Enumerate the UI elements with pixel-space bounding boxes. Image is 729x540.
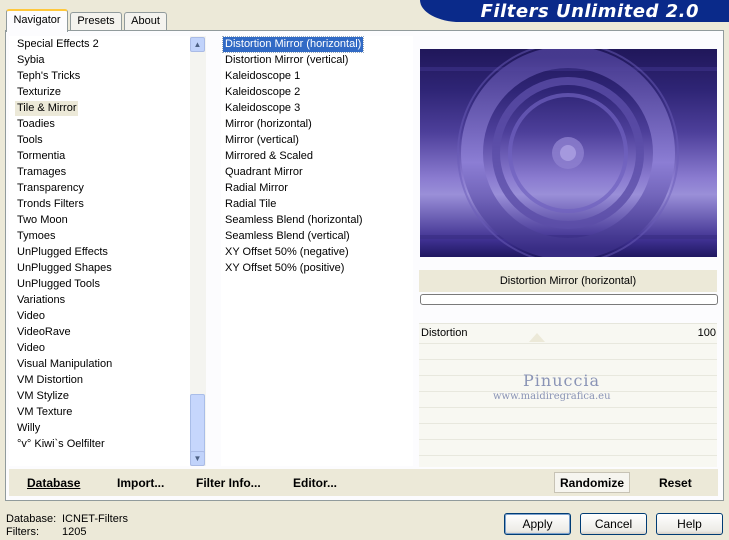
import-button[interactable]: Import... (117, 476, 164, 490)
filter-item[interactable]: Seamless Blend (vertical) (223, 229, 352, 244)
filter-item[interactable]: XY Offset 50% (positive) (223, 261, 346, 276)
app-title: Filters Unlimited 2.0 (480, 1, 699, 22)
category-item[interactable]: Tile & Mirror (15, 101, 79, 116)
database-button[interactable]: Database (27, 476, 80, 490)
category-item[interactable]: VM Stylize (15, 389, 71, 404)
parameter-row-divider (419, 439, 717, 440)
category-item[interactable]: Tools (15, 133, 45, 148)
header-banner: Filters Unlimited 2.0 (420, 0, 729, 22)
param-value-distortion[interactable]: 100 (690, 327, 716, 339)
tab-navigator[interactable]: Navigator (6, 9, 68, 32)
status-filters-key: Filters: (6, 526, 39, 538)
category-item[interactable]: Tymoes (15, 229, 58, 244)
parameter-row-divider (419, 407, 717, 408)
category-item[interactable]: UnPlugged Shapes (15, 261, 114, 276)
category-item[interactable]: °v° Kiwi`s Oelfilter (15, 437, 107, 452)
category-item[interactable]: Video (15, 341, 47, 356)
filter-item[interactable]: Radial Mirror (223, 181, 290, 196)
category-item[interactable]: Visual Manipulation (15, 357, 114, 372)
param-label-distortion: Distortion (421, 327, 468, 339)
parameter-row-divider (419, 455, 717, 456)
preview-image (420, 49, 717, 257)
status-database-value: ICNET-Filters (62, 513, 128, 525)
watermark-name: Pinuccia (523, 371, 601, 390)
category-item[interactable]: Toadies (15, 117, 57, 132)
chevron-down-icon[interactable]: ▼ (190, 451, 205, 466)
help-button[interactable]: Help (656, 513, 723, 535)
category-item[interactable]: VM Distortion (15, 373, 85, 388)
category-item[interactable]: Willy (15, 421, 42, 436)
category-item[interactable]: Tormentia (15, 149, 67, 164)
tab-presets[interactable]: Presets (70, 12, 122, 30)
category-item[interactable]: Video (15, 309, 47, 324)
filter-item[interactable]: Mirror (vertical) (223, 133, 301, 148)
filter-item[interactable]: Quadrant Mirror (223, 165, 305, 180)
parameter-row-divider (419, 423, 717, 424)
category-item[interactable]: UnPlugged Effects (15, 245, 110, 260)
progress-bar (420, 294, 718, 305)
filter-item[interactable]: Kaleidoscope 1 (223, 69, 302, 84)
cancel-button[interactable]: Cancel (580, 513, 647, 535)
database-label: Database (27, 476, 81, 490)
category-item[interactable]: UnPlugged Tools (15, 277, 102, 292)
filter-item[interactable]: Distortion Mirror (horizontal) (221, 36, 365, 53)
category-item[interactable]: Variations (15, 293, 67, 308)
filter-item[interactable]: Distortion Mirror (vertical) (223, 53, 350, 68)
watermark-url: www.maidiregrafica.eu (493, 391, 611, 402)
category-scrollbar[interactable]: ▲ ▼ (190, 36, 206, 466)
filter-item[interactable]: Mirrored & Scaled (223, 149, 315, 164)
category-list[interactable]: Special Effects 2 Sybia Teph's Tricks Textu… (9, 36, 190, 466)
category-item[interactable]: Teph's Tricks (15, 69, 82, 84)
filter-item[interactable]: Kaleidoscope 2 (223, 85, 302, 100)
category-item[interactable]: Two Moon (15, 213, 70, 228)
tab-about[interactable]: About (124, 12, 167, 30)
apply-button[interactable]: Apply (504, 513, 571, 535)
filter-name-display: Distortion Mirror (horizontal) (419, 270, 717, 292)
category-item[interactable]: Tramages (15, 165, 68, 180)
preview-rings (420, 49, 717, 257)
slider-marker-icon[interactable] (529, 333, 545, 342)
filter-item[interactable]: Seamless Blend (horizontal) (223, 213, 365, 228)
category-item[interactable]: VideoRave (15, 325, 73, 340)
reset-button[interactable]: Reset (659, 476, 692, 490)
status-database-key: Database: (6, 513, 57, 525)
chevron-up-icon[interactable]: ▲ (190, 37, 205, 52)
parameter-row-divider (419, 359, 717, 360)
category-item[interactable]: VM Texture (15, 405, 74, 420)
filter-list[interactable]: Distortion Mirror (horizontal) Distortion… (221, 36, 413, 466)
category-item[interactable]: Texturize (15, 85, 63, 100)
filter-info-button[interactable]: Filter Info... (196, 476, 261, 490)
category-item[interactable]: Sybia (15, 53, 47, 68)
filter-item[interactable]: Mirror (horizontal) (223, 117, 314, 132)
category-item[interactable]: Transparency (15, 181, 86, 196)
category-item[interactable]: Special Effects 2 (15, 37, 101, 52)
filter-item[interactable]: Radial Tile (223, 197, 278, 212)
editor-button[interactable]: Editor... (293, 476, 337, 490)
filter-item[interactable]: XY Offset 50% (negative) (223, 245, 351, 260)
filter-item[interactable]: Kaleidoscope 3 (223, 101, 302, 116)
status-filters-value: 1205 (62, 526, 87, 538)
category-item[interactable]: Tronds Filters (15, 197, 86, 212)
randomize-button[interactable]: Randomize (554, 472, 630, 493)
parameter-row-divider (419, 343, 717, 344)
